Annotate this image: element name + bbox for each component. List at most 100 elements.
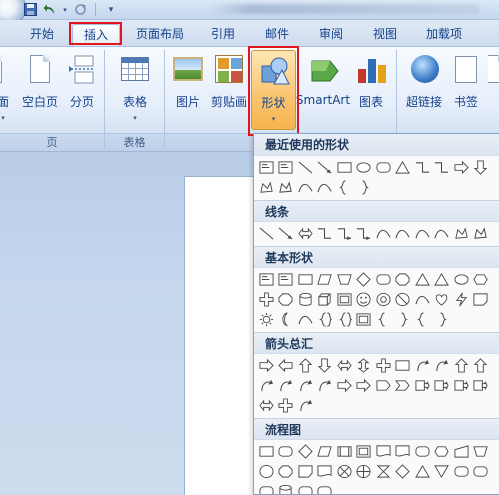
redo-icon[interactable] (72, 2, 88, 17)
shape-down-arrow-icon[interactable] (472, 158, 491, 176)
tab-addins[interactable]: 加载项 (416, 24, 472, 46)
shape-vtextbox-icon[interactable] (277, 158, 296, 176)
shape-quad-callout-icon[interactable] (277, 396, 296, 414)
tab-home[interactable]: 开始 (22, 24, 62, 46)
shape-multidoc-icon[interactable] (394, 442, 413, 460)
shape-left-arrow-icon[interactable] (277, 356, 296, 374)
shape-offpage-icon[interactable] (277, 462, 296, 480)
shape-striped-icon[interactable] (335, 376, 354, 394)
shape-arrow-line-icon[interactable] (277, 224, 296, 242)
shape-uturn-icon[interactable] (433, 356, 452, 374)
shape-rounded-rect-icon[interactable] (374, 270, 393, 288)
shape-connector-icon[interactable] (257, 462, 276, 480)
shape-trapezoid-icon[interactable] (335, 270, 354, 288)
document-page[interactable] (184, 176, 264, 495)
shape-circular-icon[interactable] (296, 396, 315, 414)
shape-arc-icon[interactable] (413, 290, 432, 308)
shape-freeform-icon[interactable] (452, 224, 471, 242)
customize-icon[interactable]: ▾ (103, 2, 119, 17)
shape-right-callout-icon[interactable] (413, 376, 432, 394)
shape-diamond-icon[interactable] (355, 270, 374, 288)
undo-dropdown-icon[interactable]: ▾ (62, 2, 68, 17)
shape-moon-icon[interactable] (277, 310, 296, 328)
shape-delay-icon[interactable] (472, 462, 491, 480)
shape-right-arrow-icon[interactable] (452, 158, 471, 176)
shape-notched-icon[interactable] (355, 376, 374, 394)
shape-sort-icon[interactable] (394, 462, 413, 480)
shape-freeform-icon[interactable] (257, 178, 276, 196)
shape-summing-icon[interactable] (335, 462, 354, 480)
shape-elbow-dbl-icon[interactable] (355, 224, 374, 242)
shape-punched-tape-icon[interactable] (316, 462, 335, 480)
shape-right-triangle-icon[interactable] (433, 270, 452, 288)
shape-curve-arrow-icon[interactable] (394, 224, 413, 242)
shape-rect-icon[interactable] (296, 270, 315, 288)
shape-process-icon[interactable] (257, 442, 276, 460)
shape-triangle-icon[interactable] (394, 158, 413, 176)
shape-lr-callout-icon[interactable] (257, 396, 276, 414)
shape-card-icon[interactable] (296, 462, 315, 480)
shape-merge-icon[interactable] (433, 462, 452, 480)
shape-lbracket-icon[interactable] (374, 310, 393, 328)
shape-bentup-icon[interactable] (472, 356, 491, 374)
shape-preparation-icon[interactable] (433, 442, 452, 460)
shape-manual-input-icon[interactable] (452, 442, 471, 460)
tab-review[interactable]: 审阅 (308, 24, 354, 46)
shape-up-callout-icon[interactable] (472, 376, 491, 394)
shape-display-icon[interactable] (316, 482, 335, 494)
shape-line-icon[interactable] (257, 224, 276, 242)
shape-direct-storage-icon[interactable] (296, 482, 315, 494)
shape-elbow-icon[interactable] (316, 224, 335, 242)
shape-ud-arrow-icon[interactable] (355, 356, 374, 374)
shape-vtextbox-icon[interactable] (277, 270, 296, 288)
shape-lr-arrow-icon[interactable] (335, 356, 354, 374)
shape-plaque-icon[interactable] (355, 310, 374, 328)
shape-lup-arrow-icon[interactable] (452, 356, 471, 374)
blank-page-button[interactable]: 空白页 (18, 50, 62, 128)
shape-curved-left-icon[interactable] (277, 376, 296, 394)
shape-curved-right-icon[interactable] (257, 376, 276, 394)
shape-curve-icon[interactable] (296, 178, 315, 196)
shape-brackets-icon[interactable] (316, 310, 335, 328)
cover-page-button[interactable]: 面 ▾ (0, 50, 14, 128)
shape-smiley-icon[interactable] (355, 290, 374, 308)
shape-ellipse-icon[interactable] (452, 270, 471, 288)
shape-elbow2-icon[interactable] (433, 158, 452, 176)
shape-or-icon[interactable] (355, 462, 374, 480)
shape-terminator-icon[interactable] (413, 442, 432, 460)
shape-curve-icon[interactable] (433, 224, 452, 242)
shape-extract-icon[interactable] (413, 462, 432, 480)
shape-cross-icon[interactable] (257, 290, 276, 308)
shape-sun-icon[interactable] (257, 310, 276, 328)
shape-textbox-icon[interactable] (257, 158, 276, 176)
shape-data-icon[interactable] (316, 442, 335, 460)
shape-down-callout-icon[interactable] (433, 376, 452, 394)
shape-elbow-icon[interactable] (413, 158, 432, 176)
shape-line-icon[interactable] (296, 158, 315, 176)
shape-decision-icon[interactable] (296, 442, 315, 460)
shape-stored-data-icon[interactable] (452, 462, 471, 480)
shape-curve-dbl-icon[interactable] (413, 224, 432, 242)
shape-braces-icon[interactable] (335, 310, 354, 328)
shape-triangle-icon[interactable] (413, 270, 432, 288)
shape-magnetic-disk-icon[interactable] (277, 482, 296, 494)
shape-heart-icon[interactable] (433, 290, 452, 308)
shape-lightning-icon[interactable] (452, 290, 471, 308)
shape-scribble-icon[interactable] (472, 224, 491, 242)
smartart-button[interactable]: SmartArt (296, 50, 350, 128)
cross-reference-button[interactable] (488, 50, 499, 128)
shape-seq-storage-icon[interactable] (257, 482, 276, 494)
shape-rbrace-icon[interactable] (433, 310, 452, 328)
shape-hexagon-icon[interactable] (472, 270, 491, 288)
shape-arrow-line-icon[interactable] (316, 158, 335, 176)
shape-home-plate-icon[interactable] (374, 376, 393, 394)
clipart-button[interactable]: 剪贴画 (209, 50, 249, 128)
shape-lru-arrow-icon[interactable] (394, 356, 413, 374)
shape-rect-icon[interactable] (335, 158, 354, 176)
tab-overflow[interactable] (478, 24, 499, 46)
shape-rounded-rect-icon[interactable] (374, 158, 393, 176)
shape-no-symbol-icon[interactable] (394, 290, 413, 308)
shape-lbrace-icon[interactable] (335, 178, 354, 196)
shape-curved-up-icon[interactable] (296, 376, 315, 394)
shape-right-arrow-icon[interactable] (257, 356, 276, 374)
